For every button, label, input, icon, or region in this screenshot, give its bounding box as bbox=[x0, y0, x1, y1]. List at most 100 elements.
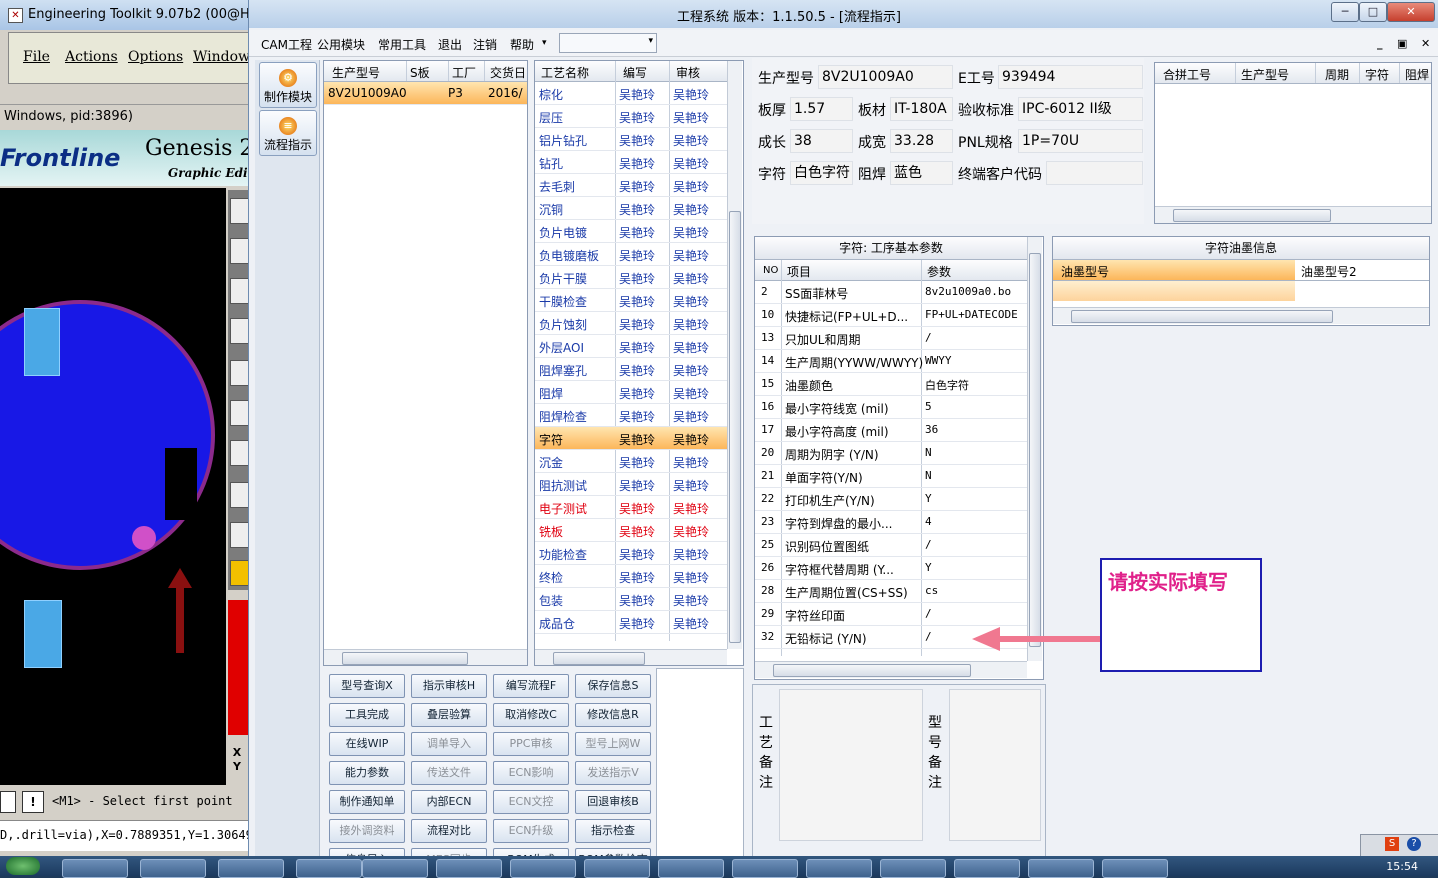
table-row[interactable]: 终检 吴艳玲 吴艳玲 bbox=[535, 565, 727, 588]
orders-horizontal-scrollbar[interactable] bbox=[324, 649, 527, 665]
table-row[interactable]: 层压 吴艳玲 吴艳玲 bbox=[535, 105, 727, 128]
action-button[interactable]: 指示审核H bbox=[411, 674, 487, 698]
etk-tool-button[interactable] bbox=[230, 440, 250, 466]
table-row[interactable]: 负片干膜 吴艳玲 吴艳玲 bbox=[535, 266, 727, 289]
table-row[interactable]: 25 识别码位置图纸 / bbox=[755, 534, 1027, 557]
table-row[interactable]: 阻焊 吴艳玲 吴艳玲 bbox=[535, 381, 727, 404]
etk-tool-button[interactable] bbox=[230, 560, 250, 586]
taskbar-item[interactable] bbox=[658, 859, 724, 878]
menu-help[interactable]: 帮助 bbox=[510, 36, 534, 53]
col-ink-model[interactable]: 油墨型号 bbox=[1061, 263, 1109, 280]
close-button[interactable]: ✕ bbox=[1387, 2, 1435, 22]
input-method-icon[interactable]: S bbox=[1385, 837, 1399, 851]
taskbar-item[interactable] bbox=[880, 859, 946, 878]
action-button[interactable]: 工具完成 bbox=[329, 703, 405, 727]
process-remark-field[interactable] bbox=[779, 689, 923, 841]
menu-overflow-icon[interactable]: ▾ bbox=[542, 38, 547, 48]
col-model[interactable]: 生产型号 bbox=[332, 64, 380, 81]
taskbar-item[interactable] bbox=[362, 859, 428, 878]
taskbar-item[interactable] bbox=[584, 859, 650, 878]
width-field[interactable]: 33.28 bbox=[890, 129, 953, 153]
action-button[interactable]: 发送指示V bbox=[575, 761, 651, 785]
table-row[interactable]: 23 字符到焊盘的最小... 4 bbox=[755, 511, 1027, 534]
table-row[interactable]: 铣板 吴艳玲 吴艳玲 bbox=[535, 519, 727, 542]
table-row[interactable]: 负片蚀刻 吴艳玲 吴艳玲 bbox=[535, 312, 727, 335]
help-icon[interactable]: ? bbox=[1407, 837, 1421, 851]
action-button[interactable]: PPC审核 bbox=[493, 732, 569, 756]
table-row[interactable]: 28 生产周期位置(CS+SS) cs bbox=[755, 580, 1027, 603]
table-row[interactable]: 去毛刺 吴艳玲 吴艳玲 bbox=[535, 174, 727, 197]
taskbar-item[interactable] bbox=[436, 859, 502, 878]
table-row[interactable]: 负电镀磨板 吴艳玲 吴艳玲 bbox=[535, 243, 727, 266]
action-button[interactable]: 指示检查 bbox=[575, 819, 651, 843]
table-row[interactable]: 字符 吴艳玲 吴艳玲 bbox=[535, 427, 727, 450]
e-number-field[interactable]: 939494 bbox=[998, 65, 1143, 89]
menu-cam-project[interactable]: CAM工程 bbox=[261, 36, 312, 53]
process-vertical-scrollbar[interactable] bbox=[727, 61, 742, 649]
taskbar-item[interactable] bbox=[1102, 859, 1168, 878]
table-row[interactable]: 成品仓 吴艳玲 吴艳玲 bbox=[535, 611, 727, 634]
taskbar-item[interactable] bbox=[296, 859, 362, 878]
etk-menu-file[interactable]: File bbox=[23, 49, 50, 65]
table-row[interactable]: 16 最小字符线宽 (mil) 5 bbox=[755, 396, 1027, 419]
scroll-thumb[interactable] bbox=[1173, 209, 1331, 222]
col-reviewer[interactable]: 审核 bbox=[676, 64, 700, 81]
model-field[interactable]: 8V2U1009A0 bbox=[818, 65, 953, 89]
process-horizontal-scrollbar[interactable] bbox=[535, 649, 727, 665]
action-button[interactable]: 编写流程F bbox=[493, 674, 569, 698]
material-field[interactable]: IT-180A bbox=[890, 97, 953, 121]
scroll-thumb[interactable] bbox=[1029, 253, 1041, 647]
action-button[interactable]: 保存信息S bbox=[575, 674, 651, 698]
scroll-thumb[interactable] bbox=[773, 664, 971, 677]
taskbar-item[interactable] bbox=[806, 859, 872, 878]
scroll-thumb[interactable] bbox=[553, 652, 645, 665]
etk-tool-button[interactable] bbox=[230, 198, 250, 224]
merge-horizontal-scrollbar[interactable] bbox=[1155, 206, 1431, 223]
table-row[interactable]: 2 SS面菲林号 8v2u1009a0.bo bbox=[755, 281, 1027, 304]
make-module-button[interactable]: ⚙ 制作模块 bbox=[259, 62, 317, 108]
taskbar-item[interactable] bbox=[732, 859, 798, 878]
table-row[interactable]: 电子测试 吴艳玲 吴艳玲 bbox=[535, 496, 727, 519]
scroll-thumb[interactable] bbox=[729, 211, 741, 643]
character-field[interactable]: 白色字符 bbox=[790, 161, 853, 185]
action-button[interactable]: 制作通知单 bbox=[329, 790, 405, 814]
scroll-thumb[interactable] bbox=[342, 652, 468, 665]
taskbar-item[interactable] bbox=[62, 859, 128, 878]
table-row[interactable]: 22 打印机生产(Y/N) Y bbox=[755, 488, 1027, 511]
table-row[interactable]: 棕化 吴艳玲 吴艳玲 bbox=[535, 82, 727, 105]
col-merge-cycle[interactable]: 周期 bbox=[1325, 66, 1349, 83]
col-value[interactable]: 参数 bbox=[927, 263, 951, 280]
mdi-restore-button[interactable]: ▣ bbox=[1397, 37, 1407, 50]
etk-tool-button[interactable] bbox=[230, 278, 250, 304]
params-vertical-scrollbar[interactable] bbox=[1027, 237, 1042, 661]
etk-tool-button[interactable] bbox=[230, 400, 250, 426]
action-button[interactable]: ECN升级 bbox=[493, 819, 569, 843]
action-button[interactable]: ECN文控 bbox=[493, 790, 569, 814]
action-button[interactable]: 调单导入 bbox=[411, 732, 487, 756]
warning-icon[interactable]: ! bbox=[22, 791, 44, 813]
taskbar-item[interactable] bbox=[218, 859, 284, 878]
col-merge-model[interactable]: 生产型号 bbox=[1241, 66, 1289, 83]
table-row[interactable]: 10 快捷标记(FP+UL+D... FP+UL+DATECODE bbox=[755, 304, 1027, 327]
col-process-name[interactable]: 工艺名称 bbox=[541, 64, 589, 81]
pcb-graphic-canvas[interactable] bbox=[0, 188, 226, 785]
maximize-button[interactable]: □ bbox=[1359, 2, 1387, 22]
etk-menu-actions[interactable]: Actions bbox=[65, 49, 118, 65]
length-field[interactable]: 38 bbox=[790, 129, 853, 153]
thickness-field[interactable]: 1.57 bbox=[790, 97, 853, 121]
table-row[interactable]: 20 周期为阴字 (Y/N) N bbox=[755, 442, 1027, 465]
table-row[interactable]: 沉金 吴艳玲 吴艳玲 bbox=[535, 450, 727, 473]
taskbar-item[interactable] bbox=[510, 859, 576, 878]
table-row[interactable]: 15 油墨颜色 白色字符 bbox=[755, 373, 1027, 396]
menu-exit[interactable]: 退出 bbox=[438, 36, 462, 53]
action-button[interactable]: 内部ECN bbox=[411, 790, 487, 814]
flow-indicator-button[interactable]: ≡ 流程指示 bbox=[259, 110, 317, 156]
action-button[interactable]: 在线WIP bbox=[329, 732, 405, 756]
col-item[interactable]: 项目 bbox=[787, 263, 811, 280]
start-button[interactable] bbox=[6, 857, 40, 875]
etk-tool-button[interactable] bbox=[230, 522, 250, 548]
scroll-thumb[interactable] bbox=[1071, 310, 1333, 323]
action-button[interactable]: 取消修改C bbox=[493, 703, 569, 727]
col-no[interactable]: NO bbox=[763, 265, 778, 276]
table-row[interactable]: 阻焊塞孔 吴艳玲 吴艳玲 bbox=[535, 358, 727, 381]
